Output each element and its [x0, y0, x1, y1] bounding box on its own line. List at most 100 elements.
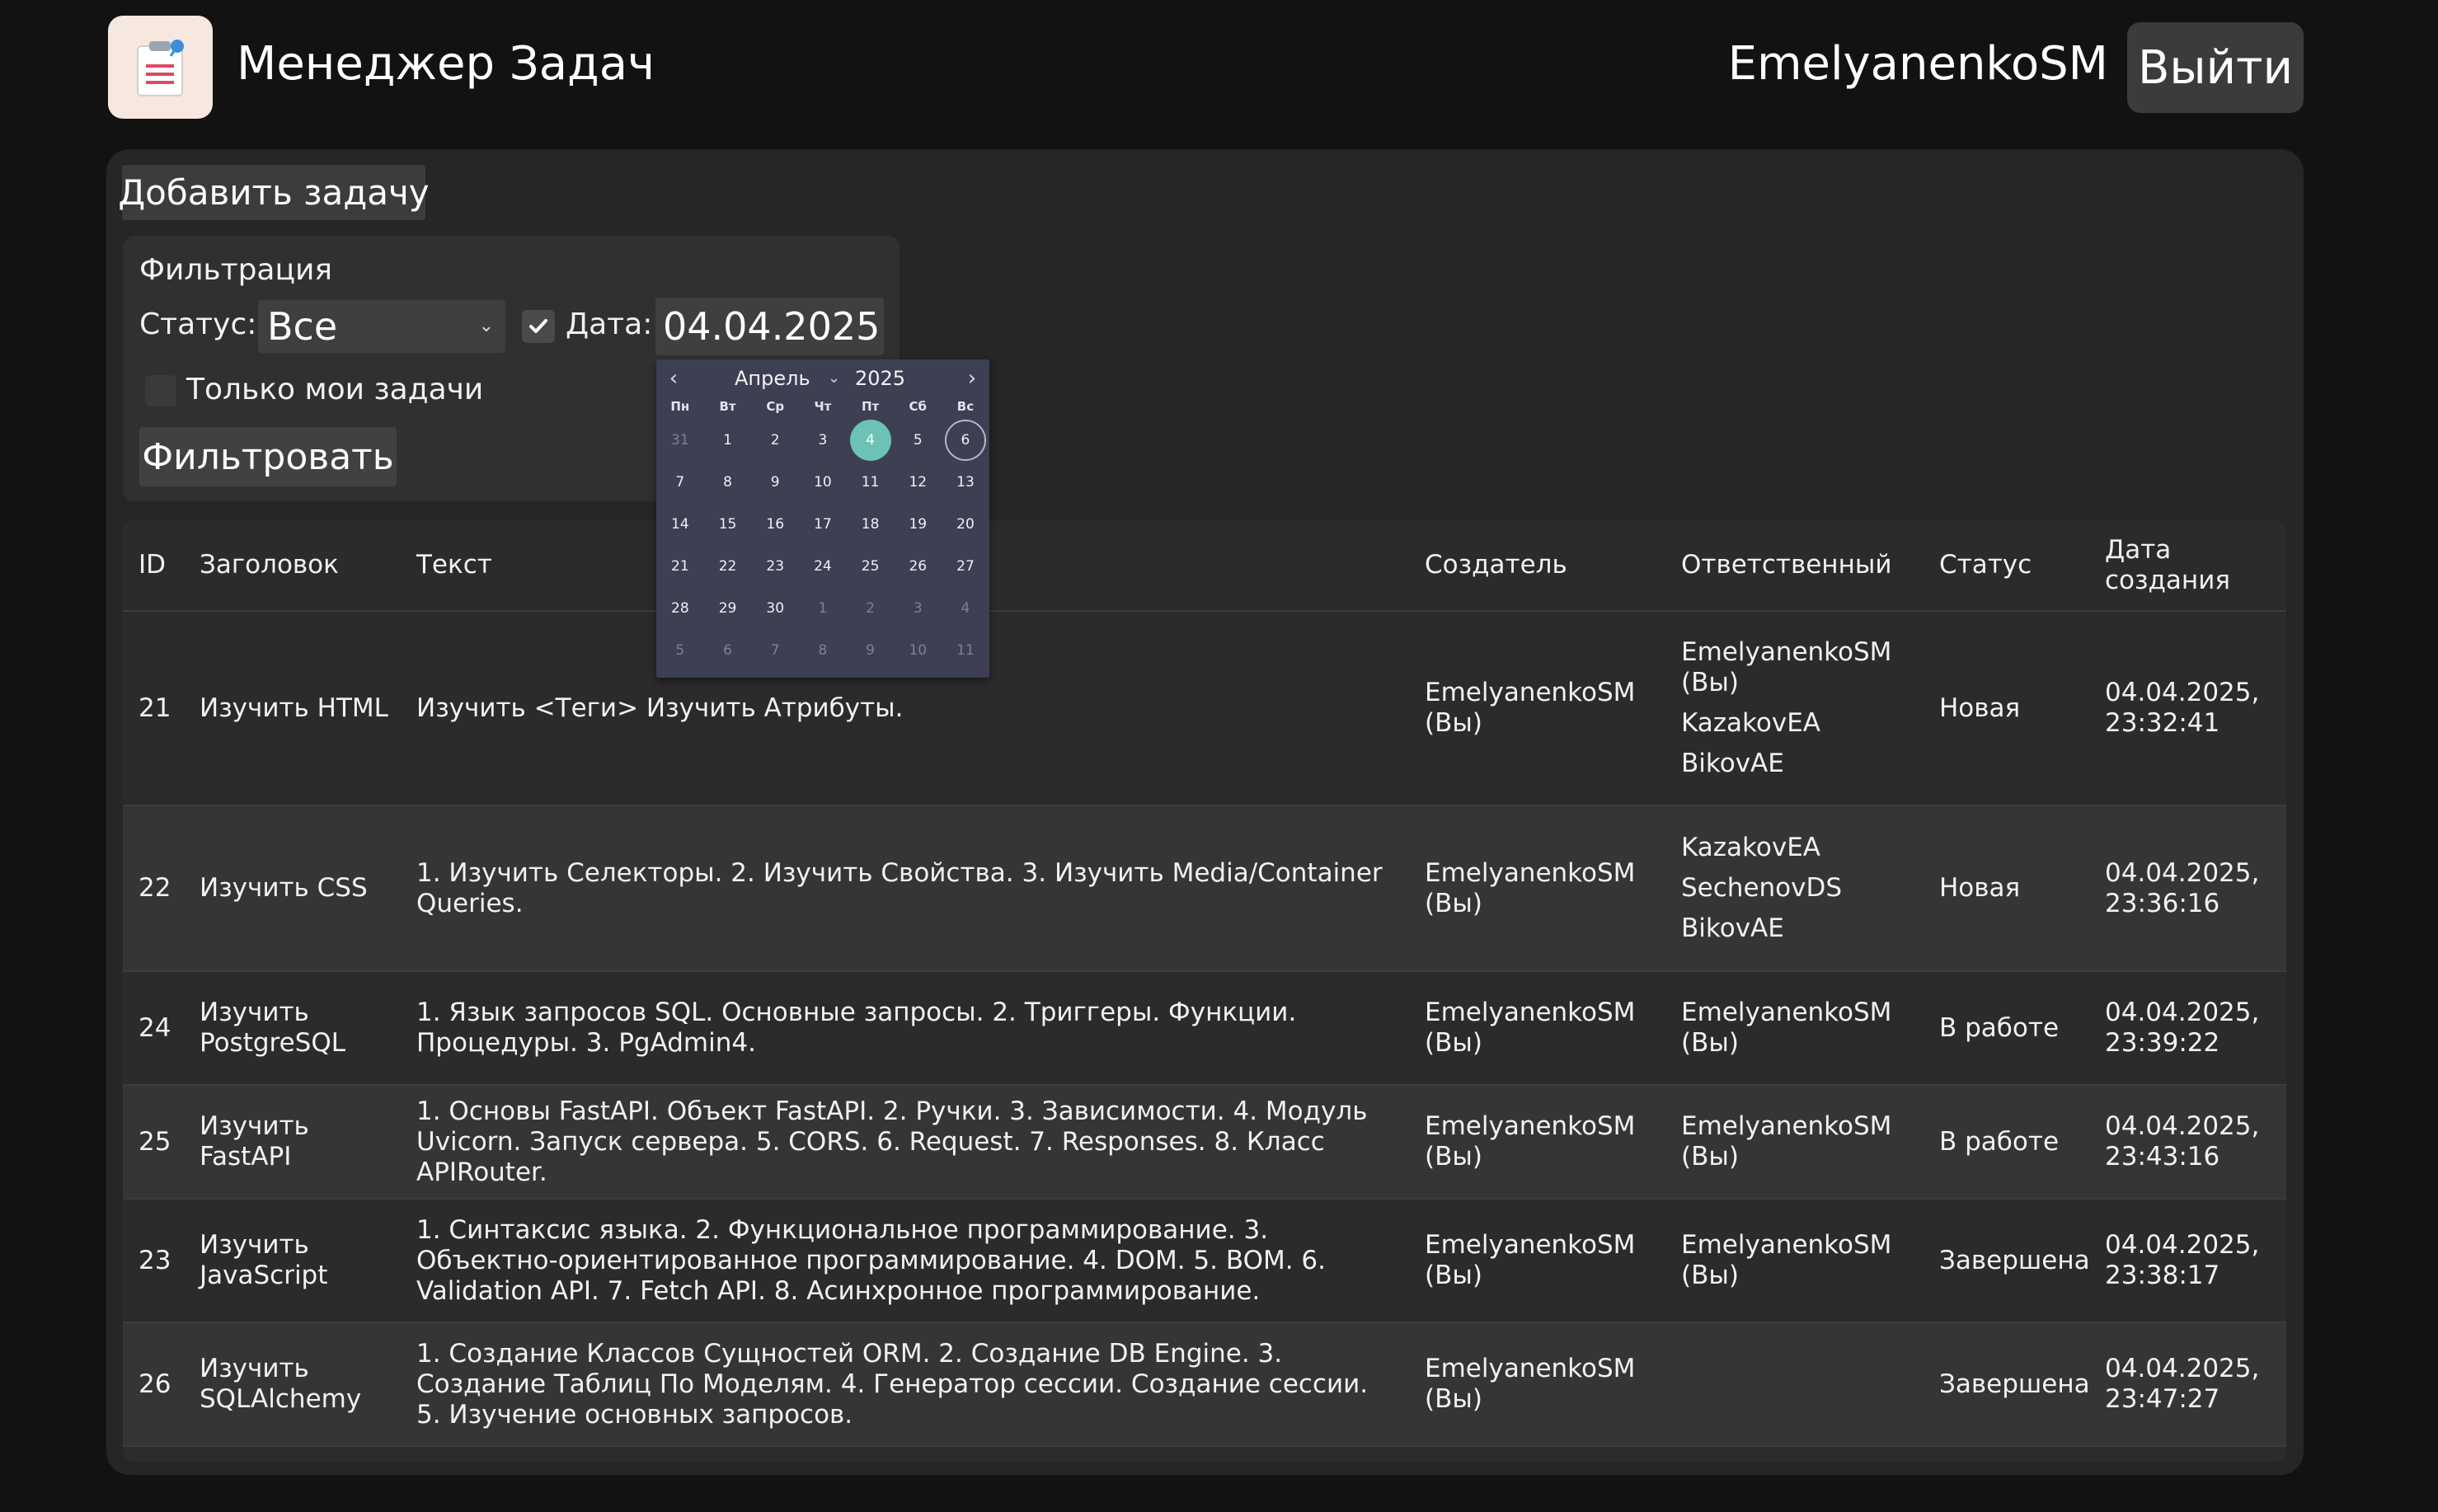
chevron-left-icon[interactable]: ‹ [661, 366, 686, 391]
calendar-day[interactable]: 28 [656, 587, 704, 629]
calendar-day-label: 8 [818, 641, 828, 659]
calendar-month-select[interactable]: Апрель [735, 366, 810, 391]
table-row[interactable]: 21 Изучить HTML Изучить <Теги> Изучить Атр… [123, 612, 2286, 806]
calendar-day-label: 2 [770, 431, 780, 448]
calendar-day-label: 7 [675, 473, 685, 491]
calendar-day-label: 11 [956, 641, 975, 659]
calendar-day-label: 5 [675, 641, 685, 659]
calendar-day[interactable]: 25 [847, 545, 895, 587]
calendar-day[interactable]: 10 [799, 461, 847, 503]
task-title: Изучить CSS [200, 873, 368, 903]
calendar-day[interactable]: 24 [799, 545, 847, 587]
calendar-day[interactable]: 20 [942, 503, 989, 545]
chevron-down-icon[interactable]: ⌄ [828, 366, 840, 391]
task-id: 24 [139, 1012, 171, 1043]
calendar-day[interactable]: 17 [799, 503, 847, 545]
calendar-year[interactable]: 2025 [855, 366, 905, 391]
calendar-day[interactable]: 22 [704, 545, 752, 587]
task-status: Новая [1939, 693, 2021, 723]
task-text: 1. Создание Классов Сущностей ORM. 2. Со… [416, 1338, 1369, 1430]
column-header-creator: Создатель [1425, 550, 1567, 580]
calendar-day-label: 14 [671, 515, 689, 533]
only-mine-checkbox[interactable] [145, 375, 176, 406]
task-creator: EmelyanenkoSM (Вы) [1425, 678, 1636, 738]
calendar-day[interactable]: 29 [704, 587, 752, 629]
calendar-day[interactable]: 10 [894, 629, 942, 671]
apply-filter-button[interactable]: Фильтровать [139, 427, 397, 486]
calendar-day[interactable]: 1 [799, 587, 847, 629]
task-text: 1. Синтаксис языка. 2. Функциональное пр… [416, 1214, 1327, 1306]
calendar-day-label: 9 [866, 641, 875, 659]
task-title: Изучить JavaScript [200, 1230, 328, 1290]
calendar-day[interactable]: 6 [942, 419, 989, 461]
calendar-day[interactable]: 2 [751, 419, 799, 461]
date-picker-popup: ‹ Апрель ⌄ 2025 › Пн Вт Ср Чт Пт Сб Вс 31 1 2 3 4 5 6… [656, 359, 989, 678]
chevron-down-icon: ⌄ [478, 316, 494, 336]
calendar-day[interactable]: 16 [751, 503, 799, 545]
calendar-weekday: Ср [766, 399, 785, 414]
task-responsible: EmelyanenkoSM (Вы) [1681, 1200, 1928, 1322]
calendar-day[interactable]: 27 [942, 545, 989, 587]
calendar-weekday: Вс [956, 399, 975, 414]
calendar-day[interactable]: 12 [894, 461, 942, 503]
calendar-day[interactable]: 11 [847, 461, 895, 503]
calendar-day[interactable]: 15 [704, 503, 752, 545]
date-filter-input[interactable]: 04.04.2025 [655, 298, 884, 355]
chevron-right-icon[interactable]: › [960, 366, 984, 391]
table-row[interactable]: 22 Изучить CSS 1. Изучить Селекторы. 2. Из… [123, 806, 2286, 972]
table-row[interactable]: 26 Изучить SQLAlchemy 1. Создание Классов … [123, 1323, 2286, 1447]
calendar-day[interactable]: 7 [656, 461, 704, 503]
task-created: 04.04.2025, 23:43:16 [2105, 1111, 2260, 1172]
calendar-day[interactable]: 4 [942, 587, 989, 629]
task-id: 23 [139, 1245, 171, 1275]
task-status: В работе [1939, 1012, 2060, 1043]
calendar-day[interactable]: 26 [894, 545, 942, 587]
calendar-day-label: 24 [814, 557, 832, 575]
calendar-day[interactable]: 7 [751, 629, 799, 671]
status-filter-select[interactable]: Все ⌄ [258, 300, 505, 353]
app-title: Менеджер Задач [237, 37, 655, 91]
calendar-day-label: 19 [909, 515, 928, 533]
calendar-day[interactable]: 11 [942, 629, 989, 671]
calendar-day[interactable]: 3 [894, 587, 942, 629]
table-row[interactable]: 23 Изучить JavaScript 1. Синтаксис языка. … [123, 1200, 2286, 1323]
calendar-day-label: 7 [770, 641, 780, 659]
calendar-day-label: 10 [909, 641, 928, 659]
calendar-day[interactable]: 5 [894, 419, 942, 461]
calendar-day[interactable]: 23 [751, 545, 799, 587]
current-user-name: EmelyanenkoSM [1727, 37, 2108, 91]
calendar-day[interactable]: 9 [751, 461, 799, 503]
calendar-day[interactable]: 14 [656, 503, 704, 545]
calendar-day[interactable]: 18 [847, 503, 895, 545]
calendar-day[interactable]: 8 [704, 461, 752, 503]
table-row[interactable]: 25 Изучить FastAPI 1. Основы FastAPI. Объе… [123, 1086, 2286, 1200]
add-task-button[interactable]: Добавить задачу [118, 165, 430, 220]
calendar-day[interactable]: 8 [799, 629, 847, 671]
calendar-day[interactable]: 19 [894, 503, 942, 545]
calendar-day[interactable]: 30 [751, 587, 799, 629]
table-row[interactable]: 24 Изучить PostgreSQL 1. Язык запросов SQL… [123, 972, 2286, 1086]
task-creator: EmelyanenkoSM (Вы) [1425, 857, 1636, 918]
calendar-day[interactable]: 9 [847, 629, 895, 671]
calendar-day[interactable]: 1 [704, 419, 752, 461]
calendar-day-label: 28 [671, 599, 689, 617]
task-created: 04.04.2025, 23:38:17 [2105, 1230, 2260, 1290]
calendar-day[interactable]: 3 [799, 419, 847, 461]
calendar-day-label: 1 [818, 599, 828, 617]
responsible-person: BikovAE [1681, 913, 1784, 943]
calendar-day[interactable]: 6 [704, 629, 752, 671]
task-responsible: KazakovEA SechenovDS BikovAE [1681, 806, 1928, 970]
calendar-day[interactable]: 31 [656, 419, 704, 461]
task-creator: EmelyanenkoSM (Вы) [1425, 1354, 1636, 1414]
logout-button[interactable]: Выйти [2127, 22, 2304, 113]
calendar-day-label: 23 [766, 557, 785, 575]
calendar-day[interactable]: 2 [847, 587, 895, 629]
calendar-day[interactable]: 13 [942, 461, 989, 503]
calendar-day[interactable]: 21 [656, 545, 704, 587]
calendar-day[interactable]: 4 [847, 419, 895, 461]
calendar-day-label: 4 [961, 599, 970, 617]
calendar-day-label: 3 [913, 599, 923, 617]
task-text: 1. Изучить Селекторы. 2. Изучить Свойств… [416, 857, 1383, 918]
date-filter-checkbox[interactable] [522, 310, 555, 343]
calendar-day[interactable]: 5 [656, 629, 704, 671]
